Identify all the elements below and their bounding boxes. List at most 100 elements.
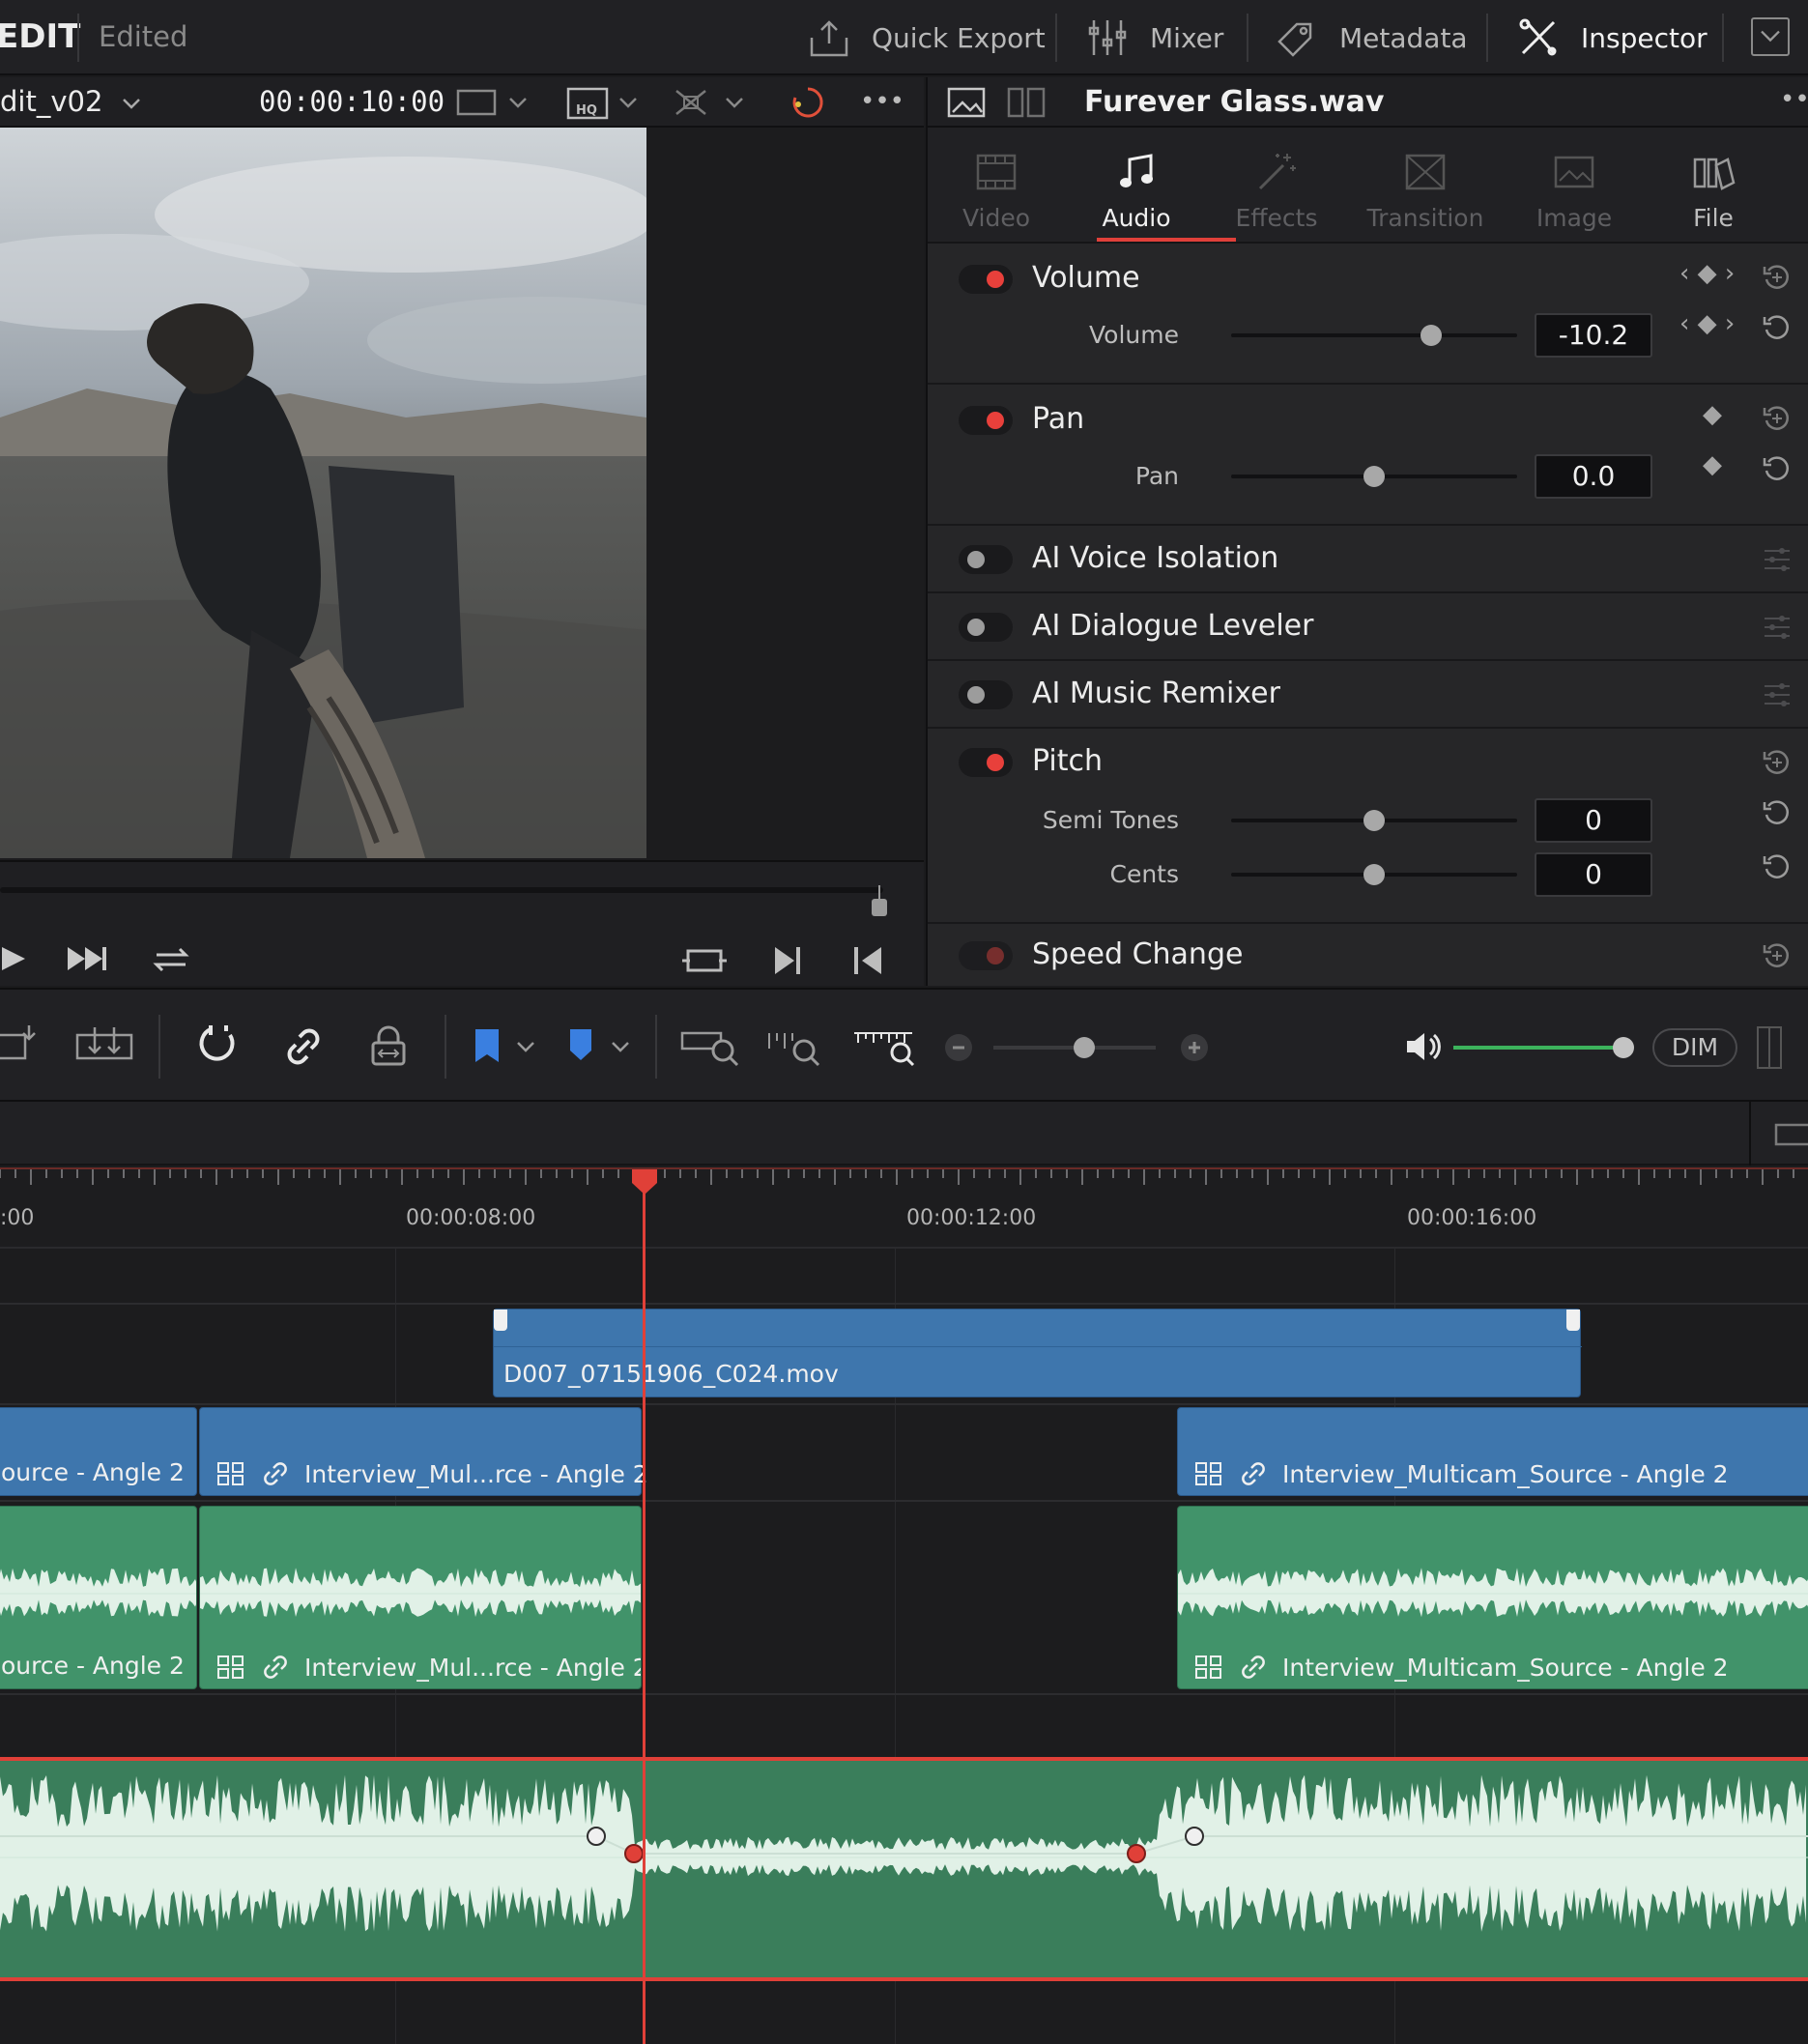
bypass-color-button[interactable] — [789, 83, 827, 122]
viewer-canvas[interactable] — [0, 128, 924, 860]
a1-clip[interactable]: Interview_Mul...rce - Angle 2 — [199, 1506, 642, 1689]
volume-slider[interactable] — [1231, 325, 1517, 346]
marker-button[interactable] — [564, 1019, 638, 1075]
volume-keyframe-nav[interactable]: ‹ ◆ › — [1679, 259, 1735, 288]
volume-keyframe-selected[interactable] — [1127, 1844, 1146, 1863]
tab-video[interactable]: Video — [928, 128, 1065, 244]
timeline-ruler[interactable]: :00 00:00:08:00 00:00:12:00 00:00:16:00 — [0, 1167, 1808, 1249]
volume-keyframe[interactable] — [587, 1827, 606, 1846]
pitch-section-reset-button[interactable] — [1761, 746, 1794, 783]
scrub-handle[interactable] — [870, 885, 889, 918]
cents-reset-button[interactable] — [1761, 850, 1794, 887]
viewer-size-button[interactable] — [454, 83, 531, 122]
metadata-button[interactable]: Metadata — [1276, 0, 1468, 75]
timeline-view-options-button[interactable] — [1774, 1121, 1808, 1154]
dim-button[interactable]: DIM — [1652, 1028, 1737, 1067]
inspector-options-button[interactable]: •• — [1780, 85, 1808, 114]
volume-param-keyframe-nav[interactable]: ‹ ◆ › — [1679, 309, 1735, 338]
ai-voice-isolation-settings-button[interactable] — [1761, 543, 1794, 580]
clip-trim-handle-right[interactable] — [1566, 1310, 1580, 1331]
volume-value-field[interactable]: -10.2 — [1535, 313, 1652, 358]
playback-quality-button[interactable]: HQ — [564, 83, 642, 122]
tab-audio[interactable]: Audio — [1068, 128, 1205, 244]
snapping-button[interactable] — [193, 1019, 244, 1075]
loop-button[interactable] — [147, 939, 195, 982]
ai-voice-isolation-toggle[interactable] — [959, 545, 1013, 574]
zoom-full-button[interactable] — [678, 1019, 744, 1075]
volume-section-reset-button[interactable] — [1761, 261, 1794, 298]
scrub-bar[interactable] — [0, 887, 883, 893]
mark-in-button[interactable] — [848, 941, 887, 984]
zoom-out-button[interactable] — [945, 1034, 972, 1061]
pan-slider[interactable] — [1231, 466, 1517, 487]
sliders-icon — [1765, 548, 1790, 571]
volume-slider-knob[interactable] — [1421, 325, 1443, 346]
pan-param-reset-button[interactable] — [1761, 452, 1794, 489]
clip-thumbnail-toggle[interactable] — [947, 85, 986, 124]
video-clip[interactable]: D007_07151906_C024.mov — [493, 1309, 1582, 1397]
zoom-slider-knob[interactable] — [1074, 1037, 1096, 1058]
cents-value-field[interactable]: 0 — [1535, 852, 1652, 897]
v1-clip[interactable]: Interview_Mul...rce - Angle 2 — [199, 1407, 648, 1496]
ai-music-remixer-toggle[interactable] — [959, 680, 1013, 709]
flag-button[interactable] — [470, 1019, 543, 1075]
inspector-button[interactable]: Inspector — [1517, 0, 1708, 75]
workspace-menu-button[interactable] — [1751, 17, 1790, 56]
tab-file[interactable]: File — [1645, 128, 1782, 244]
v1-clip[interactable]: Interview_Multicam_Source - Angle 2 — [1177, 1407, 1808, 1496]
ai-dialogue-leveler-settings-button[interactable] — [1761, 611, 1794, 648]
a1-clip[interactable]: Interview_Multicam_Source - Angle 2 — [1177, 1506, 1808, 1689]
tab-transition[interactable]: Transition — [1357, 128, 1494, 244]
zoom-slider[interactable] — [993, 1037, 1156, 1058]
ai-music-remixer-settings-button[interactable] — [1761, 678, 1794, 715]
cents-slider-knob[interactable] — [1363, 864, 1385, 885]
position-lock-button[interactable] — [363, 1019, 414, 1075]
ruler-tick-label: 00:00:12:00 — [906, 1206, 1037, 1230]
linked-selection-button[interactable] — [278, 1019, 329, 1075]
pan-value-field[interactable]: 0.0 — [1535, 454, 1652, 499]
pan-param-keyframe-button[interactable]: ◆ — [1703, 450, 1722, 479]
pitch-enable-toggle[interactable] — [959, 748, 1013, 777]
quick-export-button[interactable]: Quick Export — [808, 0, 1046, 75]
mixer-button[interactable]: Mixer — [1086, 0, 1223, 75]
a1-clip[interactable]: ource - Angle 2 — [0, 1506, 197, 1689]
pan-section-reset-button[interactable] — [1761, 402, 1794, 439]
semi-tones-reset-button[interactable] — [1761, 796, 1794, 833]
mute-button[interactable] — [1401, 1019, 1451, 1075]
volume-keyframe-selected[interactable] — [624, 1844, 644, 1863]
overwrite-clip-button[interactable] — [0, 1019, 50, 1075]
monitor-volume-knob[interactable] — [1613, 1037, 1634, 1058]
match-frame-button[interactable] — [680, 941, 729, 984]
split-view-toggle[interactable] — [1007, 85, 1046, 124]
mark-out-button[interactable] — [769, 941, 808, 984]
ai-dialogue-leveler-toggle[interactable] — [959, 613, 1013, 642]
volume-enable-toggle[interactable] — [959, 265, 1013, 294]
semi-tones-value-field[interactable]: 0 — [1535, 798, 1652, 843]
audio-meter-toggle[interactable] — [1757, 1026, 1782, 1069]
tab-image[interactable]: Image — [1506, 128, 1643, 244]
speed-change-reset-button[interactable] — [1761, 939, 1794, 976]
pan-slider-knob[interactable] — [1363, 466, 1385, 487]
v1-clip[interactable]: ource - Angle 2 — [0, 1407, 197, 1496]
tab-effects[interactable]: Effects — [1208, 128, 1345, 244]
pan-enable-toggle[interactable] — [959, 406, 1013, 435]
clip-trim-handle-left[interactable] — [494, 1310, 507, 1331]
volume-keyframe[interactable] — [1185, 1827, 1204, 1846]
semi-tones-slider-knob[interactable] — [1363, 810, 1385, 831]
play-button[interactable] — [0, 939, 39, 978]
zoom-in-button[interactable] — [1181, 1034, 1208, 1061]
speed-change-toggle[interactable] — [959, 941, 1013, 970]
overlay-button[interactable] — [671, 83, 748, 122]
selected-audio-clip[interactable] — [0, 1757, 1808, 1981]
zoom-custom-button[interactable] — [850, 1019, 916, 1075]
timeline-name-dropdown[interactable]: dit_v02 — [0, 85, 143, 118]
cents-slider[interactable] — [1231, 864, 1517, 885]
viewer-options-button[interactable]: ••• — [860, 87, 904, 126]
monitor-volume-slider[interactable] — [1453, 1037, 1634, 1058]
pan-keyframe-button[interactable]: ◆ — [1703, 400, 1722, 429]
volume-param-reset-button[interactable] — [1761, 311, 1794, 348]
replace-clip-button[interactable] — [73, 1019, 135, 1075]
zoom-detail-button[interactable] — [765, 1019, 831, 1075]
next-button[interactable] — [64, 939, 112, 982]
semi-tones-slider[interactable] — [1231, 810, 1517, 831]
